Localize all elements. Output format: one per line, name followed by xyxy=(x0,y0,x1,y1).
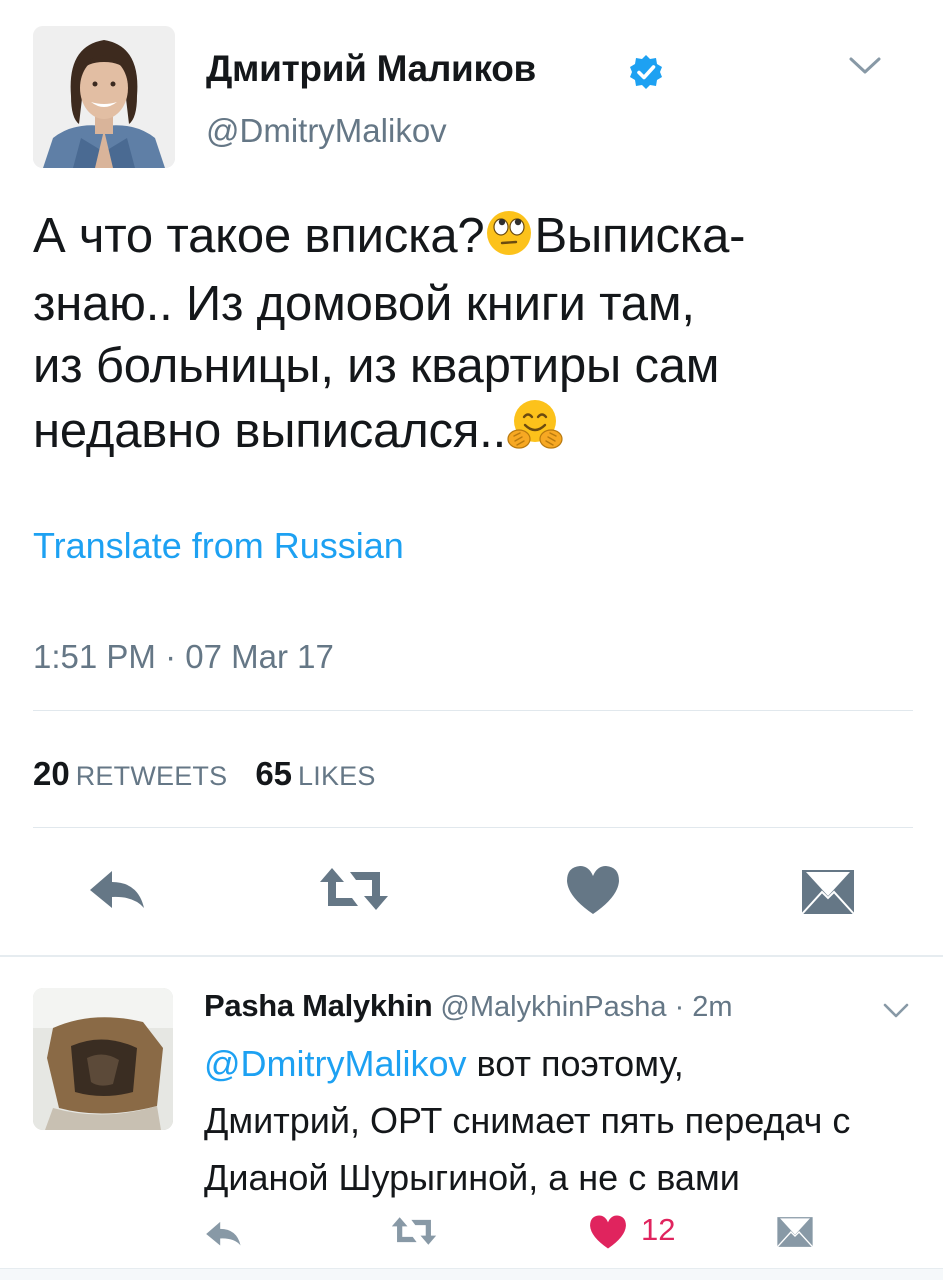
section-separator xyxy=(0,955,943,957)
avatar-image xyxy=(33,26,175,168)
tweet-text-line: недавно выписался.. xyxy=(33,397,913,468)
reply-author-handle[interactable]: @MalykhinPasha xyxy=(440,991,666,1023)
face-with-rolling-eyes-emoji xyxy=(484,208,534,273)
main-tweet: Дмитрий Маликов @DmitryMalikov А что так… xyxy=(0,0,943,955)
tweet-text-line: знаю.. Из домовой книги там, xyxy=(33,277,695,331)
reply-text: @DmitryMalikov вот поэтому, Дмитрий, ОРТ… xyxy=(204,1035,924,1206)
divider xyxy=(33,827,913,828)
chevron-down-icon[interactable] xyxy=(882,1002,910,1020)
tweet-text: А что такое вписка? Выписка- знаю.. Из д… xyxy=(33,205,913,468)
reply-like-count[interactable]: 12 xyxy=(641,1212,675,1248)
reply-text-line: Дианой Шурыгиной, а не с вами xyxy=(204,1157,740,1198)
retweet-icon[interactable] xyxy=(318,866,390,912)
heart-icon[interactable] xyxy=(564,864,622,916)
tweet-timestamp[interactable]: 1:51 PM · 07 Mar 17 xyxy=(33,638,334,676)
reply-icon[interactable] xyxy=(204,1220,244,1248)
tweet-stats: 20 RETWEETS 65 LIKES xyxy=(33,755,376,793)
bottom-edge xyxy=(0,1268,943,1280)
avatar-image xyxy=(33,988,173,1130)
likes-label[interactable]: LIKES xyxy=(298,761,376,791)
reply-text-line: Дмитрий, ОРТ снимает пять передач с xyxy=(204,1100,851,1141)
tweet-text-line: А что такое вписка? Выписка- xyxy=(33,205,913,273)
envelope-icon[interactable] xyxy=(800,866,856,918)
reply-header: Pasha Malykhin @MalykhinPasha · 2m xyxy=(204,988,733,1024)
reply-time[interactable]: 2m xyxy=(692,991,732,1023)
heart-icon[interactable] xyxy=(588,1214,628,1250)
mention-link[interactable]: @DmitryMalikov xyxy=(204,1043,467,1084)
chevron-down-icon[interactable] xyxy=(848,56,882,76)
hugging-face-emoji xyxy=(506,397,564,468)
translate-link[interactable]: Translate from Russian xyxy=(33,525,404,567)
likes-count[interactable]: 65 xyxy=(255,755,292,792)
verified-badge-icon xyxy=(630,55,662,89)
retweet-icon[interactable] xyxy=(390,1216,438,1246)
reply-author-name[interactable]: Pasha Malykhin xyxy=(204,988,433,1023)
author-handle[interactable]: @DmitryMalikov xyxy=(206,112,447,150)
reply-author-avatar[interactable] xyxy=(33,988,173,1130)
retweets-count[interactable]: 20 xyxy=(33,755,70,792)
author-avatar[interactable] xyxy=(33,26,175,168)
reply-text-line: @DmitryMalikov вот поэтому, xyxy=(204,1043,684,1084)
reply-icon[interactable] xyxy=(88,868,148,912)
envelope-icon[interactable] xyxy=(776,1214,814,1250)
divider xyxy=(33,710,913,711)
tweet-text-line: из больницы, из квартиры сам xyxy=(33,339,720,393)
reply-separator: · xyxy=(666,991,693,1023)
author-name[interactable]: Дмитрий Маликов xyxy=(206,48,536,90)
retweets-label[interactable]: RETWEETS xyxy=(76,761,228,791)
